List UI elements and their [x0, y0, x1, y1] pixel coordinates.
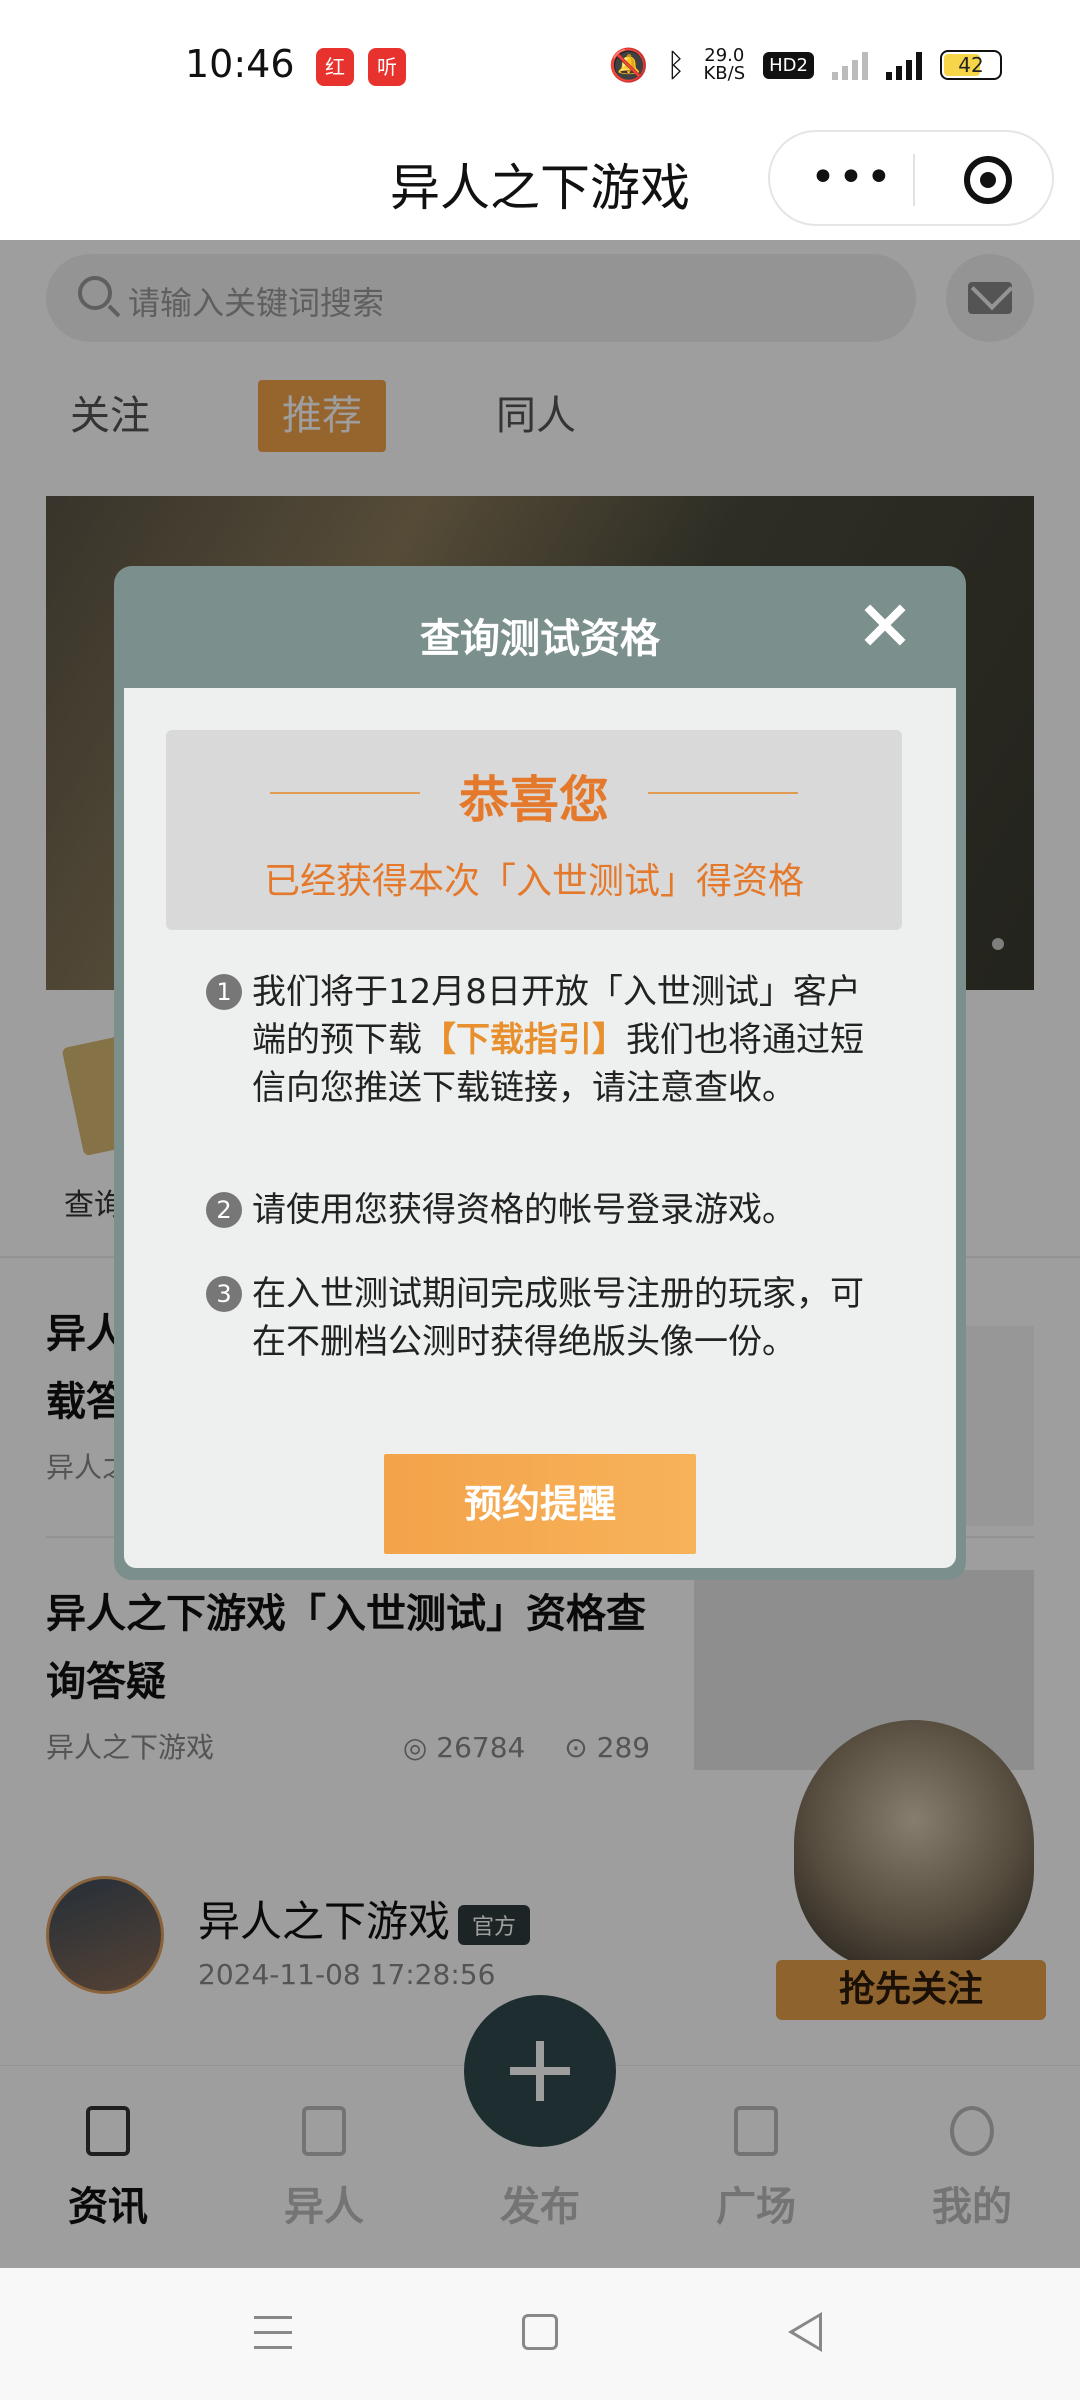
status-time: 10:46 — [185, 42, 295, 86]
app-badge-ting: 听 — [368, 48, 406, 86]
capsule-divider — [913, 154, 915, 206]
home-icon[interactable] — [522, 2314, 558, 2350]
modal-body: 恭喜您 已经获得本次「入世测试」得资格 1 我们将于12月8日开放「入世测试」客… — [124, 688, 956, 1568]
congrats-panel: 恭喜您 已经获得本次「入世测试」得资格 — [166, 730, 902, 930]
congrats-title: 恭喜您 — [459, 771, 609, 829]
status-bar: 10:46 红包 听 🔕 ᛒ 29.0 KB/S HD2 42 — [0, 0, 1080, 130]
rule-number: 2 — [206, 1192, 242, 1228]
signal-sim1-icon — [832, 50, 868, 80]
congrats-subtitle: 已经获得本次「入世测试」得资格 — [263, 861, 804, 902]
qualification-modal: 查询测试资格 恭喜您 已经获得本次「入世测试」得资格 1 我们将于12月8日开放… — [114, 566, 966, 1580]
close-icon[interactable] — [862, 602, 908, 648]
target-circle-icon[interactable] — [964, 156, 1012, 204]
mute-icon: 🔕 — [608, 46, 649, 84]
bluetooth-icon: ᛒ — [666, 46, 686, 84]
modal-title: 查询测试资格 — [420, 616, 660, 662]
download-guide-link[interactable]: 【下载指引】 — [422, 1020, 626, 1060]
net-speed: 29.0 KB/S — [703, 45, 746, 84]
app-badge-hongbao: 红包 — [316, 48, 354, 117]
rule-number: 3 — [206, 1276, 242, 1312]
mini-program-capsule: ••• — [768, 130, 1054, 226]
status-icons: 🔕 ᛒ 29.0 KB/S HD2 42 — [608, 46, 1002, 84]
signal-sim2-icon — [886, 50, 922, 80]
rule-item-3: 3 在入世测试期间完成账号注册的玩家，可在不删档公测时获得绝版头像一份。 — [206, 1270, 866, 1366]
title-bar: 异人之下游戏 ••• — [0, 130, 1080, 240]
more-dots-icon[interactable]: ••• — [810, 156, 894, 200]
rule-number: 1 — [206, 974, 242, 1010]
hd-icon: HD2 — [763, 51, 814, 79]
battery-icon: 42 — [940, 50, 1002, 80]
rule-item-1: 1 我们将于12月8日开放「入世测试」客户端的预下载【下载指引】我们也将通过短信… — [206, 968, 866, 1112]
reserve-reminder-button[interactable]: 预约提醒 — [384, 1454, 696, 1554]
modal-header: 查询测试资格 — [114, 566, 966, 688]
back-icon[interactable] — [788, 2312, 822, 2352]
system-nav-bar — [0, 2268, 1080, 2400]
rule-item-2: 2 请使用您获得资格的帐号登录游戏。 — [206, 1186, 866, 1234]
menu-icon[interactable] — [254, 2316, 292, 2350]
